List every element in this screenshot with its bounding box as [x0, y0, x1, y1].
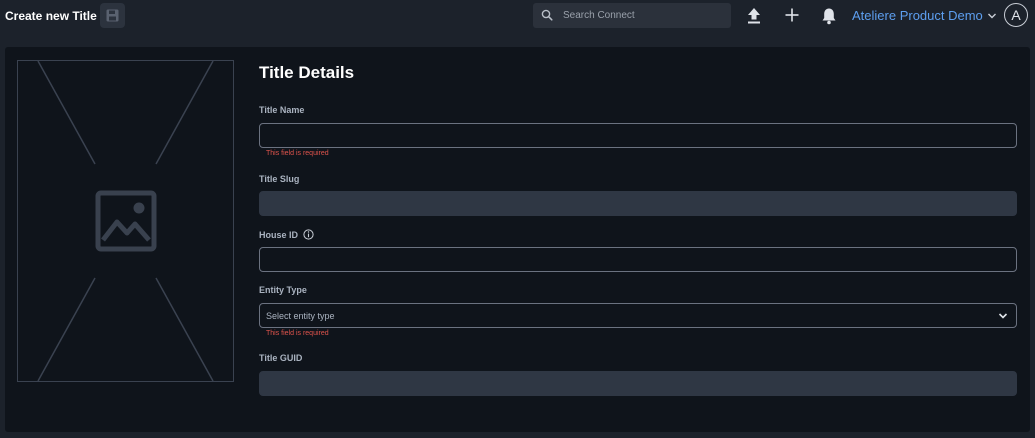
upload-icon	[748, 8, 760, 24]
image-placeholder-icon	[95, 190, 157, 252]
title-slug-label: Title Slug	[259, 174, 299, 184]
entity-type-error: This field is required	[266, 330, 329, 337]
entity-type-label: Entity Type	[259, 285, 307, 295]
plus-icon	[785, 8, 799, 22]
title-guid-label-text: Title GUID	[259, 353, 303, 363]
title-slug-label-text: Title Slug	[259, 174, 300, 184]
entity-type-label-text: Entity Type	[259, 285, 307, 295]
section-title: Title Details	[259, 63, 355, 82]
org-switcher[interactable]: Ateliere Product Demo	[852, 8, 997, 23]
org-name: Ateliere Product Demo	[852, 8, 983, 23]
search-icon	[541, 9, 553, 21]
save-icon	[106, 9, 119, 22]
title-guid-input	[259, 371, 1017, 396]
entity-type-select[interactable]: Select entity type	[259, 303, 1017, 328]
bell-icon	[822, 8, 836, 25]
house-id-input[interactable]	[259, 247, 1017, 272]
save-button[interactable]	[100, 3, 125, 28]
title-name-error: This field is required	[266, 150, 329, 157]
title-guid-label: Title GUID	[259, 353, 302, 363]
search-input[interactable]	[557, 3, 725, 28]
entity-type-placeholder: Select entity type	[266, 311, 335, 321]
info-icon[interactable]	[303, 229, 314, 240]
search-box[interactable]	[533, 3, 731, 28]
title-name-label: Title Name	[259, 105, 304, 115]
page-title: Create new Title	[5, 9, 97, 23]
chevron-down-icon	[987, 13, 996, 18]
title-image-placeholder[interactable]	[17, 60, 234, 382]
top-bar: Create new Title Ateliere	[0, 0, 1035, 33]
title-name-input[interactable]	[259, 123, 1017, 148]
chevron-down-icon	[998, 313, 1008, 319]
add-button[interactable]	[784, 7, 800, 23]
title-form-panel: Title Details Title Name This field is r…	[5, 47, 1030, 432]
upload-button[interactable]	[746, 7, 762, 25]
title-slug-input	[259, 191, 1017, 216]
notifications-button[interactable]	[821, 7, 837, 25]
house-id-label-text: House ID	[259, 229, 299, 240]
house-id-label: House ID	[259, 229, 314, 240]
avatar[interactable]: A	[1004, 3, 1028, 27]
title-name-label-text: Title Name	[259, 105, 305, 115]
